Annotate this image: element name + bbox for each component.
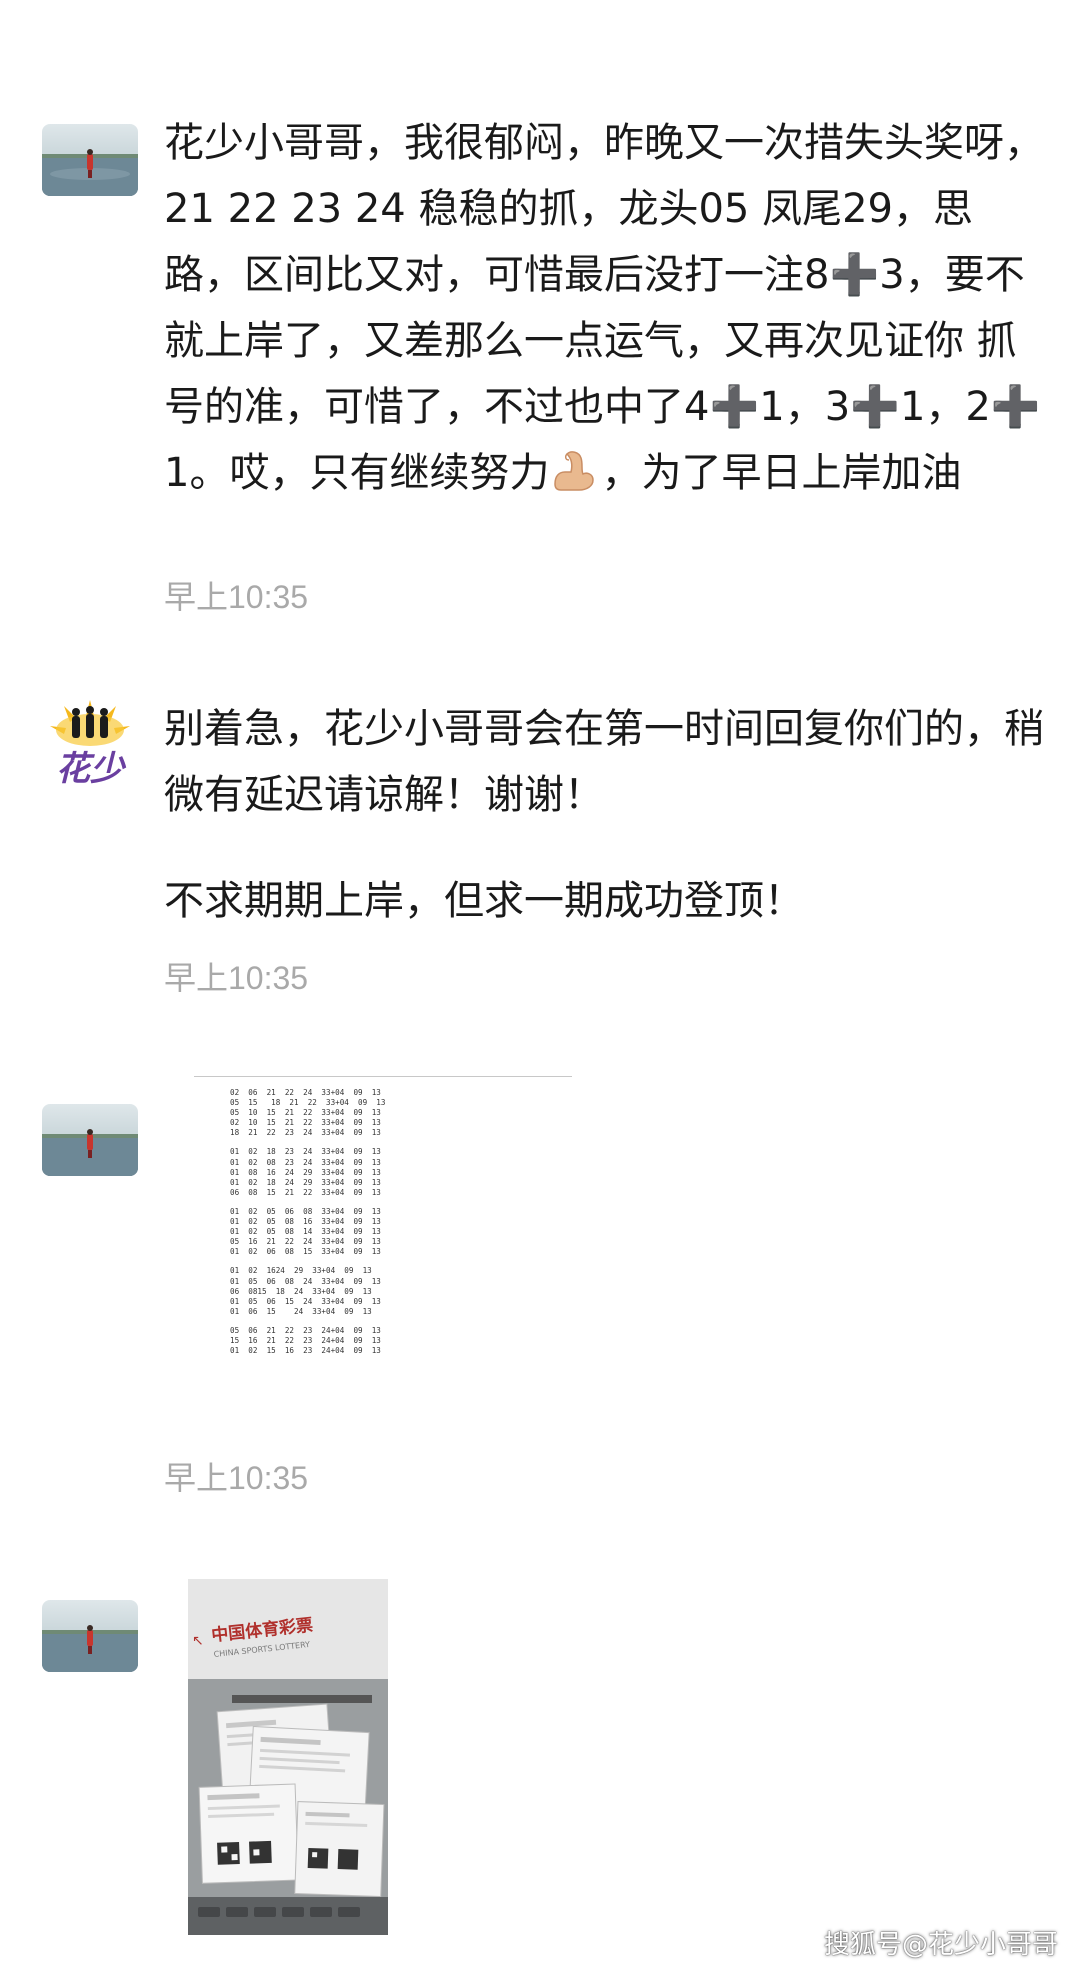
sheet-number-line: 02 06 21 22 24 33+04 09 13 [230,1088,381,1097]
avatar-user[interactable] [42,1600,138,1672]
sheet-number-line: 01 08 16 24 29 33+04 09 13 [230,1167,381,1177]
avatar-photo-icon [42,124,138,196]
reply-text: 别着急，花少小哥哥会在第一时间回复你们的，稍微有延迟请谅解！谢谢！ 不求期期上岸… [164,696,1044,934]
svg-text:↖: ↖ [192,1633,204,1649]
sheet-number-line: 01 05 06 08 24 33+04 09 13 [230,1276,381,1286]
avatar-user[interactable] [42,124,138,196]
avatar-photo-icon [42,1104,138,1176]
sheet-number-line: 01 02 06 08 15 33+04 09 13 [230,1247,381,1257]
sheet-number-line: 02 10 15 21 22 33+04 09 13 [230,1118,381,1128]
sheet-number-line: 18 21 22 23 24 33+04 09 13 [230,1128,381,1138]
message-text-end: ，为了早日上岸加油 [601,450,962,496]
sheet-number-line: 01 02 18 24 29 33+04 09 13 [230,1177,381,1187]
lottery-photo-illustration: 中国体育彩票 CHINA SPORTS LOTTERY ↖ [188,1579,388,1935]
number-sheet-image[interactable]: 02 06 21 22 24 33+04 09 13 05 15 18 21 22… [192,1076,572,1376]
sheet-number-line: 05 16 21 22 24 33+04 09 13 [230,1237,381,1247]
sheet-number-line: 15 16 21 22 23 24+04 09 13 [230,1335,381,1345]
watermark: 搜狐号@花少小哥哥 [823,1930,1058,1960]
sheet-number-line: 01 06 15 24 33+04 09 13 [230,1306,372,1316]
avatar-author[interactable]: 花少 [42,696,138,792]
sheet-blank-line [230,1138,385,1147]
huashao-logo-icon: 花少 [42,696,138,792]
sheet-number-line: 01 02 05 08 16 33+04 09 13 [230,1217,381,1227]
avatar-user[interactable] [42,1104,138,1176]
sheet-number-line: 01 02 15 16 23 24+04 09 13 [230,1346,381,1356]
avatar-photo-icon [42,1600,138,1672]
sheet-number-line: 01 02 05 08 14 33+04 09 13 [230,1227,381,1237]
message-time: 早上10:35 [164,960,309,996]
message-time: 早上10:35 [164,1460,309,1496]
reply-paragraph-1: 别着急，花少小哥哥会在第一时间回复你们的，稍微有延迟请谅解！谢谢！ [164,706,1044,818]
sheet-number-line: 01 02 05 06 08 33+04 09 13 [230,1206,381,1216]
sheet-number-line: 01 02 18 23 24 33+04 09 13 [230,1147,381,1157]
sheet-number-line: 05 10 15 21 22 33+04 09 13 [230,1108,381,1118]
sheet-number-line: 01 02 1624 29 33+04 09 13 [230,1266,372,1276]
reply-paragraph-2: 不求期期上岸，但求一期成功登顶！ [164,878,804,924]
sheet-top-rule [194,1076,572,1077]
sheet-number-line: 06 0815 18 24 33+04 09 13 [230,1286,372,1296]
sheet-number-line: 06 08 15 21 22 33+04 09 13 [230,1187,381,1197]
message-time: 早上10:35 [164,579,309,615]
sheet-number-line: 05 15 18 21 22 33+04 09 13 [230,1098,386,1108]
sheet-number-line: 01 05 06 15 24 33+04 09 13 [230,1296,381,1306]
flexed-biceps-icon [554,451,595,491]
avatar-logo-text: 花少 [56,749,127,789]
lottery-ticket-photo[interactable]: 中国体育彩票 CHINA SPORTS LOTTERY ↖ [188,1579,388,1935]
sheet-blank-line [230,1198,385,1207]
message-text-body: 花少小哥哥，我很郁闷，昨晚又一次措失头奖呀，21 22 23 24 稳稳的抓，龙… [164,120,1044,496]
sheet-blank-line [230,1257,385,1266]
sheet-number-lines: 02 06 21 22 24 33+04 09 13 05 15 18 21 22… [230,1088,385,1356]
sheet-number-line: 01 02 08 23 24 33+04 09 13 [230,1157,381,1167]
message-text: 花少小哥哥，我很郁闷，昨晚又一次措失头奖呀，21 22 23 24 稳稳的抓，龙… [164,110,1044,506]
sheet-blank-line [230,1317,385,1326]
sheet-number-line: 05 06 21 22 23 24+04 09 13 [230,1325,381,1335]
